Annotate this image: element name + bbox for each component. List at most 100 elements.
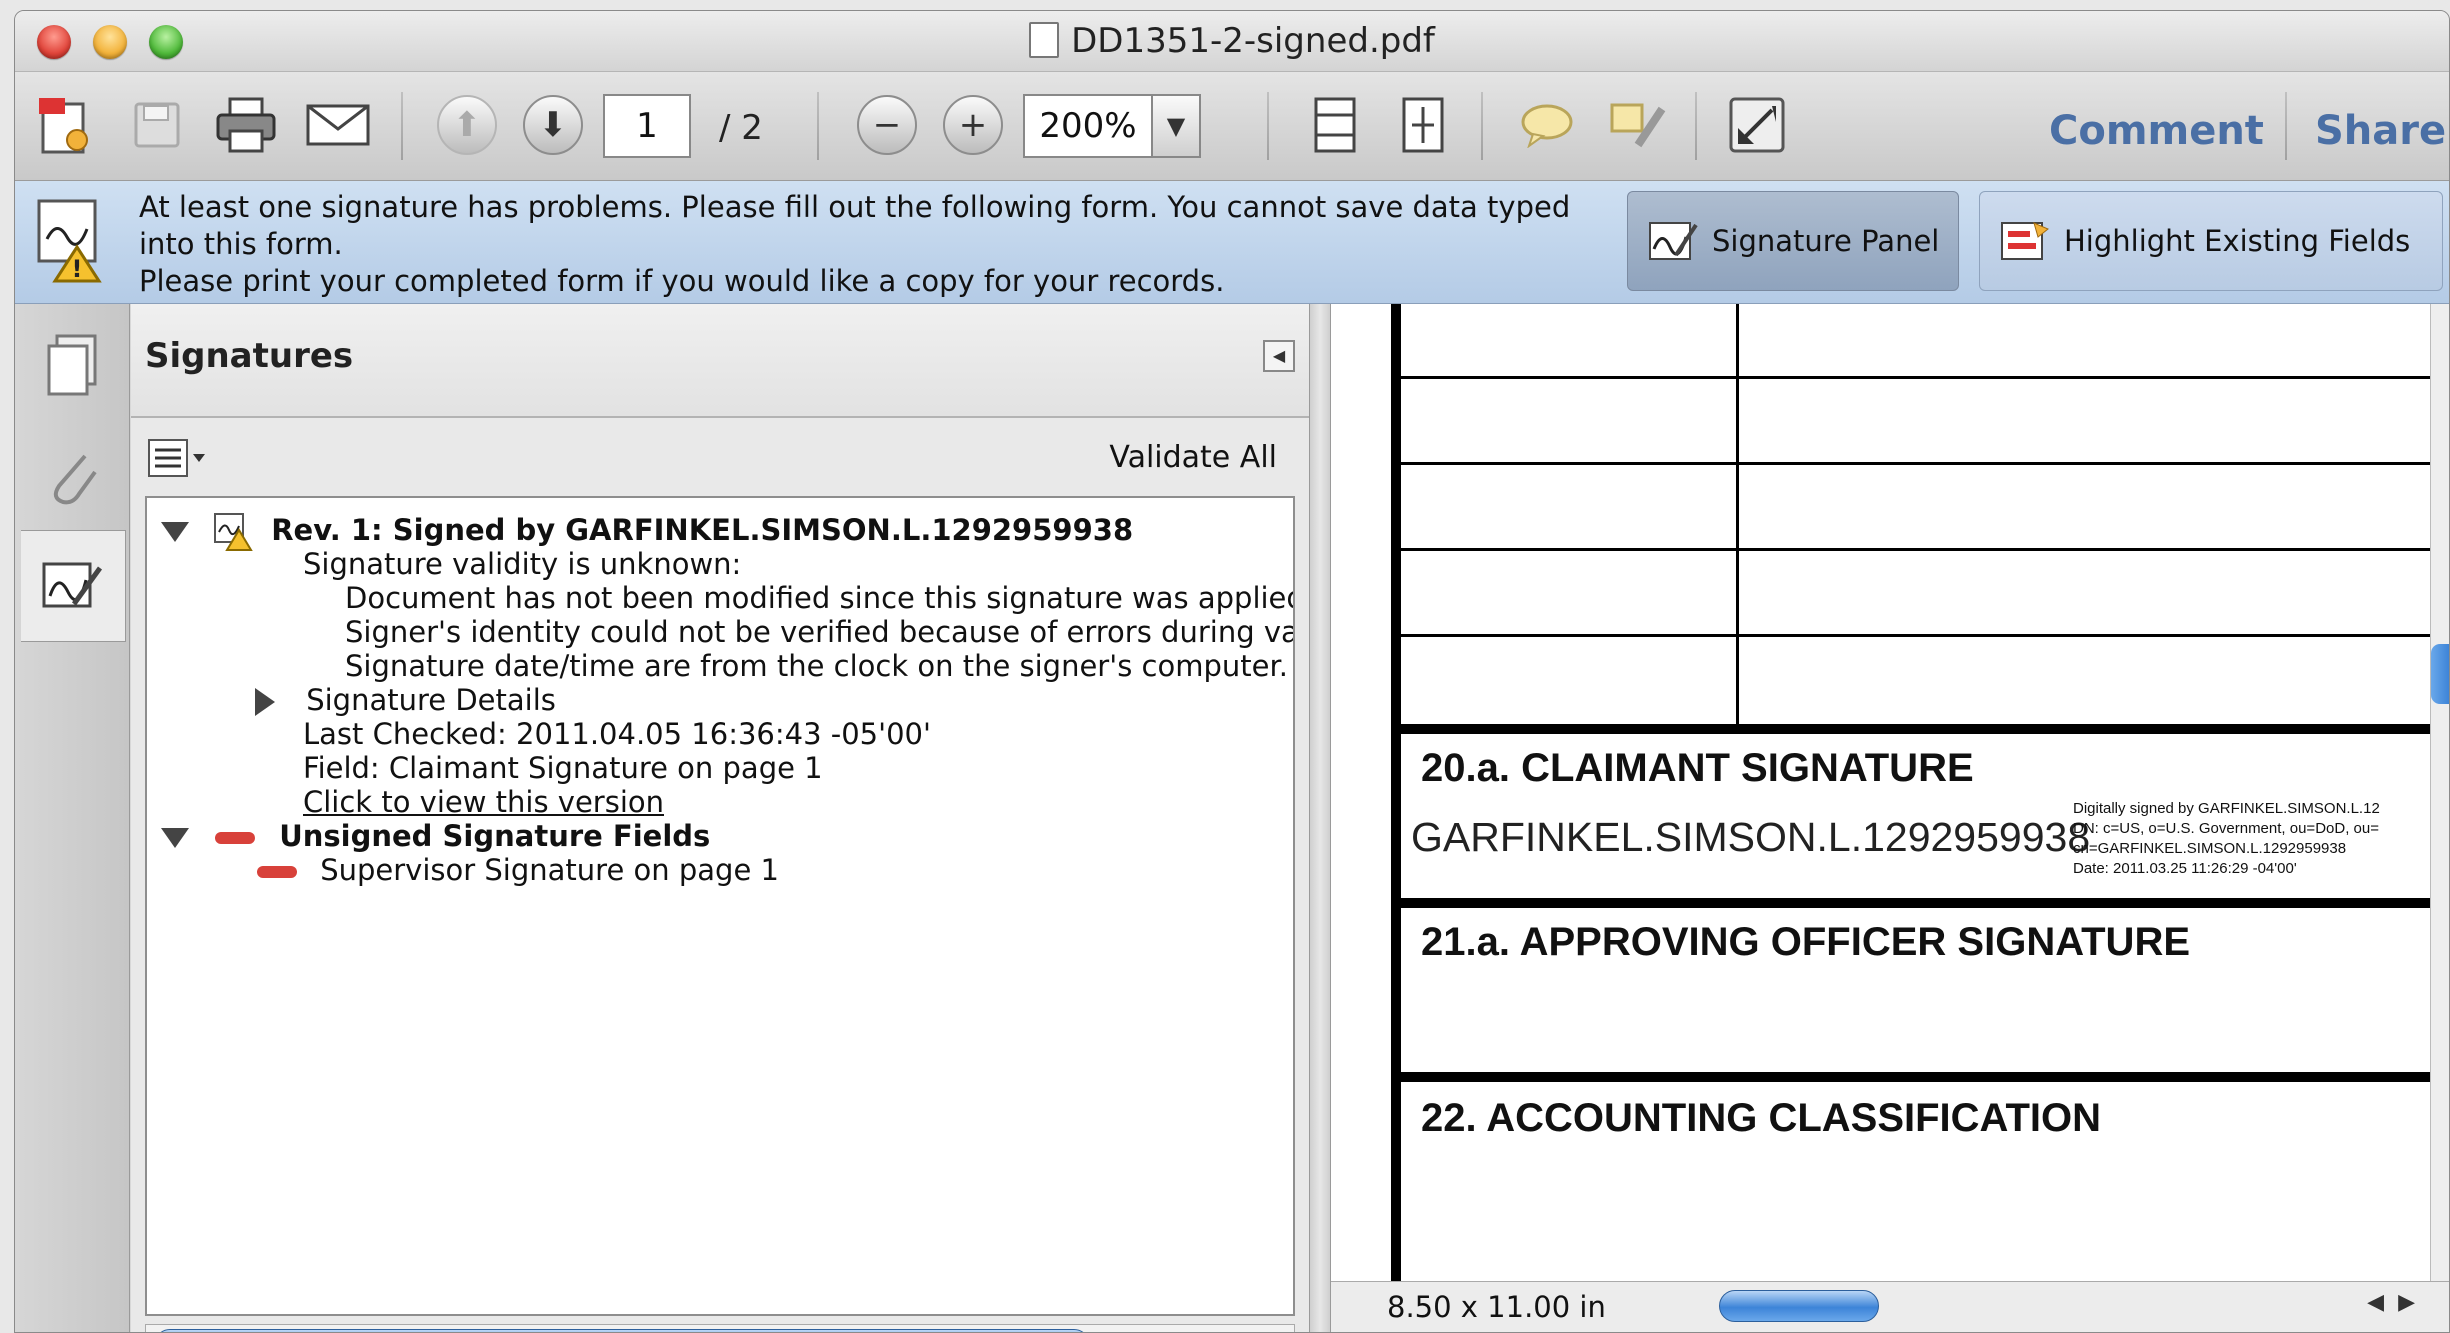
minus-icon: − (857, 95, 917, 155)
envelope-icon (306, 104, 370, 146)
zoom-level-input[interactable]: 200% (1023, 94, 1153, 158)
section-divider (1401, 1072, 2449, 1082)
pages-icon (47, 334, 97, 396)
signatures-panel-title: Signatures (145, 336, 354, 376)
text-highlighter-icon (1610, 103, 1666, 148)
signature-pen-icon (1649, 222, 1698, 260)
scrolling-mode-button[interactable] (1305, 94, 1365, 156)
table-row-line (1401, 376, 2449, 379)
create-pdf-icon (39, 98, 88, 154)
arrow-up-icon: ⬆ (437, 95, 497, 155)
signature-detail-line: DN: c=US, o=U.S. Government, ou=DoD, ou= (2073, 820, 2379, 837)
toolbar-separator (1481, 92, 1483, 160)
acrobat-window: DD1351-2-signed.pdf ⬆ ⬇ 1 / 2 − + 200% ▼ (14, 10, 2450, 1333)
horizontal-scrollbar-thumb[interactable] (1719, 1290, 1879, 1322)
zoom-out-button[interactable]: − (857, 94, 917, 156)
window-title: DD1351-2-signed.pdf (15, 21, 2449, 61)
email-button[interactable] (301, 94, 375, 156)
create-pdf-button[interactable] (29, 94, 101, 156)
fit-page-icon (1402, 97, 1444, 153)
signature-warning-icon: ! (37, 199, 102, 283)
expand-triangle-icon[interactable] (161, 828, 189, 848)
expand-icon (1729, 97, 1785, 153)
signatures-panel: Signatures ◀ Validate All Rev. 1: Signed… (131, 304, 1309, 1332)
comment-button[interactable]: Comment (2049, 108, 2264, 154)
scrollbar-thumb[interactable] (2431, 644, 2449, 704)
highlight-existing-fields-button[interactable]: Highlight Existing Fields (1979, 191, 2443, 291)
signer-name: GARFINKEL.SIMSON.L.1292959938 (1411, 814, 2091, 860)
scroll-arrows[interactable]: ◀▶ (1224, 1329, 1286, 1332)
table-row-line (1401, 548, 2449, 551)
zoom-dropdown-button[interactable]: ▼ (1151, 94, 1201, 158)
panel-splitter[interactable] (1309, 304, 1331, 1332)
signature-panel-button[interactable]: Signature Panel (1627, 191, 1959, 291)
zoom-in-button[interactable]: + (943, 94, 1003, 156)
page-number-input[interactable]: 1 (603, 94, 691, 158)
table-column-line (1736, 304, 1739, 724)
scroll-arrows[interactable]: ◀▶ (2367, 1290, 2429, 1315)
next-page-button[interactable]: ⬇ (523, 94, 583, 156)
previous-page-button[interactable]: ⬆ (437, 94, 497, 156)
add-comment-button[interactable] (1515, 94, 1579, 156)
save-button[interactable] (127, 94, 187, 156)
toolbar-separator (1267, 92, 1269, 160)
attachments-button[interactable] (21, 420, 125, 530)
fit-page-button[interactable] (1393, 94, 1453, 156)
signature-detail-line: Date: 2011.03.25 11:26:29 -04'00' (2073, 860, 2297, 877)
highlight-fields-icon (2001, 222, 2049, 260)
highlight-text-button[interactable] (1605, 94, 1669, 156)
message-text: At least one signature has problems. Ple… (139, 189, 1599, 300)
approving-officer-label: 21.a. APPROVING OFFICER SIGNATURE (1421, 920, 2191, 964)
collapsed-triangle-icon[interactable] (255, 688, 275, 716)
toolbar-separator (2285, 92, 2287, 160)
highlight-fields-label: Highlight Existing Fields (2064, 224, 2411, 258)
expand-triangle-icon[interactable] (161, 522, 189, 542)
unsigned-field-item[interactable]: Supervisor Signature on page 1 (257, 846, 779, 894)
signatures-panel-header: Signatures ◀ (131, 304, 1309, 418)
paperclip-icon (53, 454, 97, 505)
window-title-text: DD1351-2-signed.pdf (1071, 21, 1435, 61)
unsigned-field-icon (257, 866, 297, 878)
signature-pen-icon (42, 562, 103, 608)
arrow-down-icon: ⬇ (523, 95, 583, 155)
digital-signature-details: Digitally signed by GARFINKEL.SIMSON.L.1… (2073, 799, 2380, 879)
share-button[interactable]: Share (2315, 108, 2446, 154)
list-options-icon (148, 439, 205, 477)
signature-warning-icon (214, 513, 253, 551)
collapse-panel-button[interactable]: ◀ (1263, 340, 1295, 372)
document-vertical-scrollbar[interactable] (2430, 304, 2449, 1282)
document-view: 20.a. CLAIMANT SIGNATURE GARFINKEL.SIMSO… (1331, 304, 2449, 1332)
save-icon (134, 102, 180, 148)
message-line: Please print your completed form if you … (139, 264, 1225, 298)
document-message-bar: ! At least one signature has problems. P… (15, 181, 2449, 304)
print-button[interactable] (211, 94, 281, 156)
toolbar-separator (817, 92, 819, 160)
table-row-line (1401, 634, 2449, 637)
unsigned-field-icon (215, 832, 256, 844)
validate-all-button[interactable]: Validate All (1109, 440, 1277, 475)
signature-panel-label: Signature Panel (1712, 224, 1940, 258)
svg-text:!: ! (72, 255, 83, 283)
plus-icon: + (943, 95, 1003, 155)
signature-detail-line: cn=GARFINKEL.SIMSON.L.1292959938 (2073, 840, 2347, 857)
page-total: / 2 (719, 108, 763, 148)
signatures-panel-button[interactable] (21, 530, 126, 642)
options-menu-button[interactable] (147, 438, 209, 478)
accounting-classification-label: 22. ACCOUNTING CLASSIFICATION (1421, 1096, 2102, 1140)
signatures-horizontal-scrollbar[interactable]: ◀▶ (145, 1324, 1295, 1332)
message-line: At least one signature has problems. Ple… (139, 190, 1571, 224)
pdf-document-icon (1029, 22, 1060, 58)
toolbar-separator (1695, 92, 1697, 160)
toolbar-separator (401, 92, 403, 160)
printer-icon (216, 97, 276, 153)
chevron-left-icon: ◀ (1272, 346, 1286, 365)
navigation-rail (15, 304, 130, 1332)
chevron-down-icon: ▼ (1166, 112, 1186, 140)
page-size: 8.50 x 11.00 in (1387, 1290, 1606, 1324)
signatures-tree: Rev. 1: Signed by GARFINKEL.SIMSON.L.129… (145, 496, 1295, 1316)
section-divider (1401, 898, 2449, 908)
scrollbar-thumb[interactable] (154, 1329, 1090, 1332)
fit-width-icon (1314, 97, 1356, 153)
page-thumbnails-button[interactable] (21, 310, 125, 420)
full-screen-button[interactable] (1725, 94, 1789, 156)
